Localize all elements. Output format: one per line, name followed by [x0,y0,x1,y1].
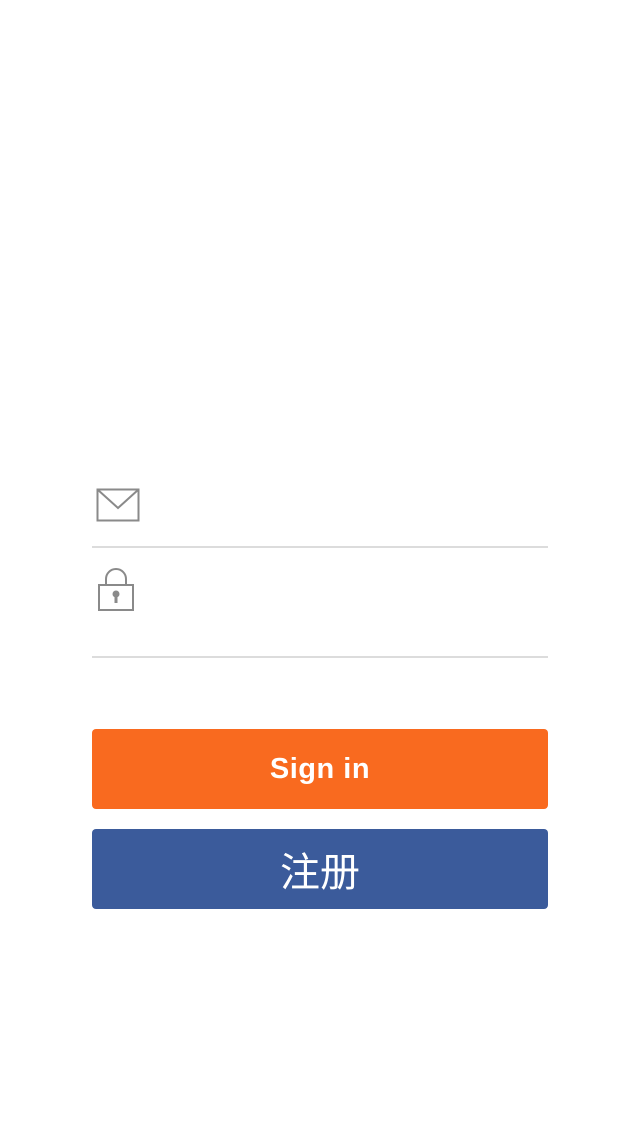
email-field-row [92,460,548,548]
envelope-icon [96,488,140,522]
login-form [92,460,548,658]
email-input[interactable] [156,484,548,528]
lock-icon [98,568,134,611]
sign-in-button[interactable]: Sign in [92,729,548,809]
register-button[interactable]: 注册 [92,829,548,909]
password-input[interactable] [156,586,548,630]
password-field-row [92,548,548,658]
